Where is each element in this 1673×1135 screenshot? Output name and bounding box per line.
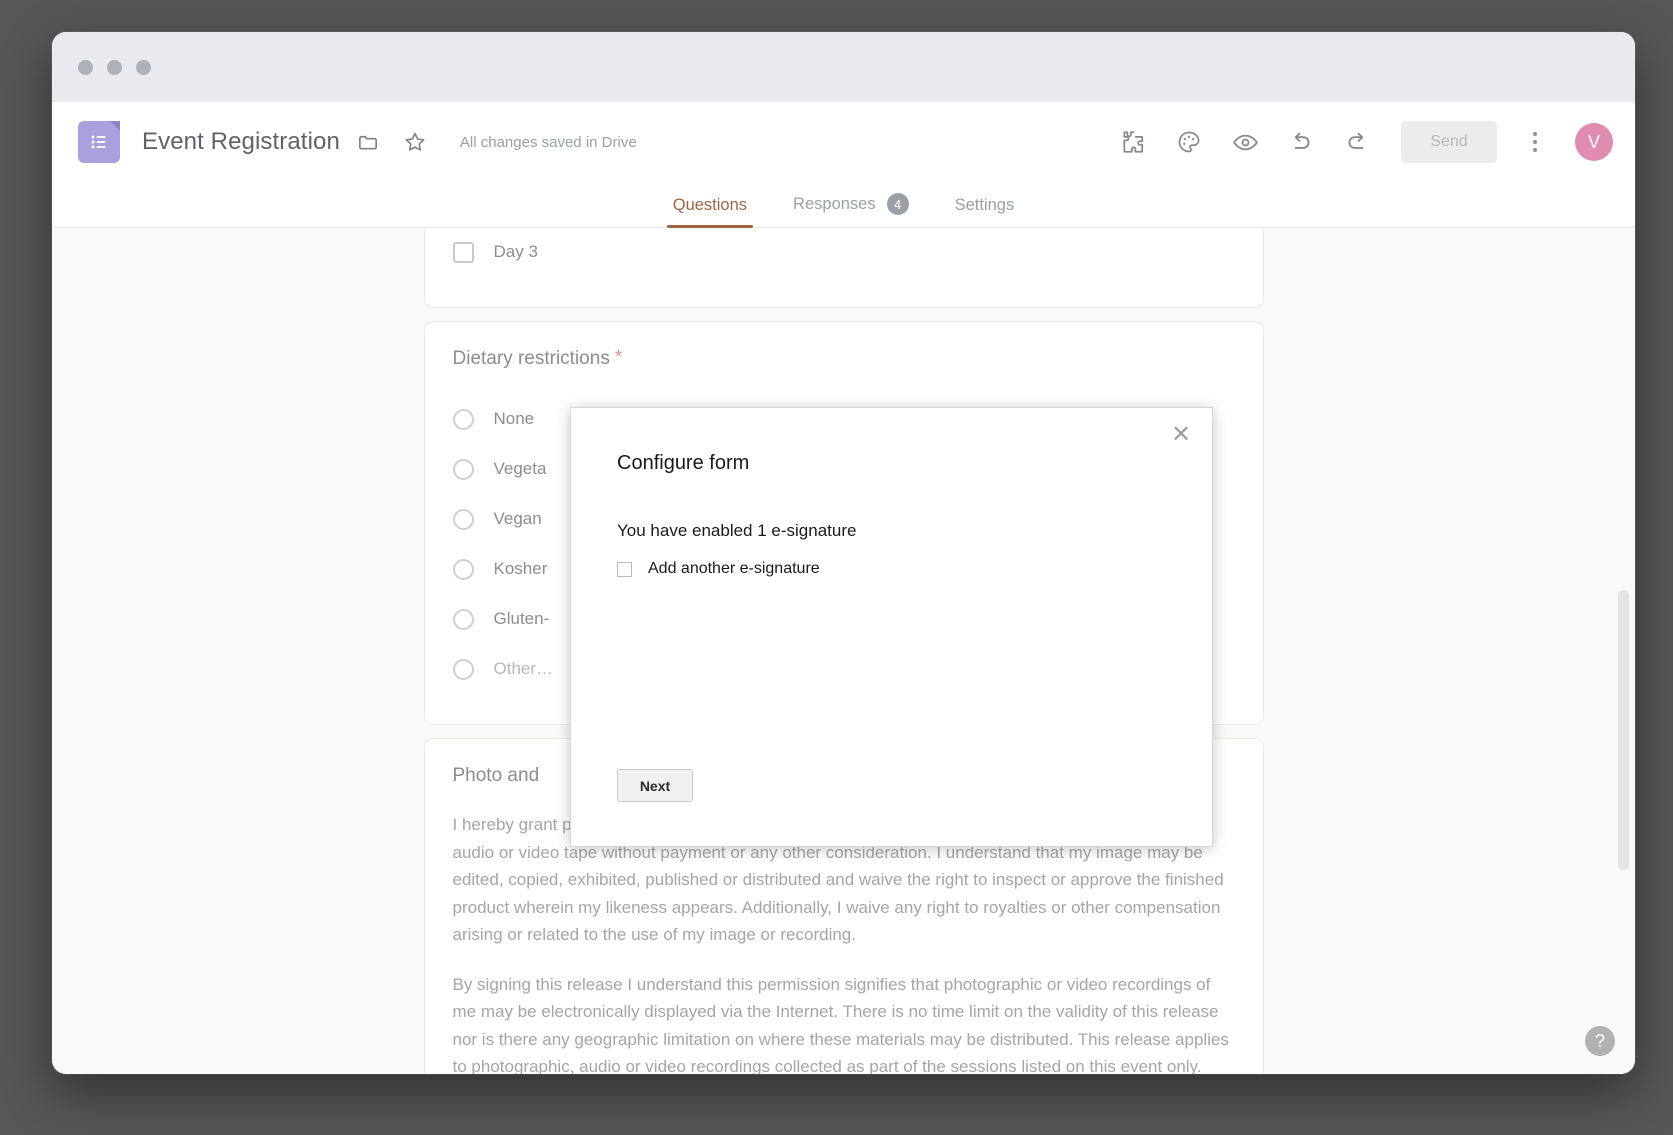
star-icon[interactable] [398, 125, 432, 159]
attendance-question-card[interactable]: Day 3 [423, 228, 1264, 308]
tab-questions-label: Questions [672, 196, 748, 214]
folder-icon[interactable] [352, 125, 386, 159]
form-tabbar: Questions Responses 4 Settings [52, 182, 1635, 228]
tab-settings[interactable]: Settings [939, 196, 1031, 228]
preview-eye-icon[interactable] [1223, 120, 1267, 164]
tab-responses[interactable]: Responses 4 [777, 193, 925, 228]
responses-count-badge: 4 [886, 193, 909, 215]
window-titlebar [52, 32, 1635, 102]
configure-form-dialog: ✕ Configure form You have enabled 1 e-si… [570, 407, 1213, 847]
option-row-day3[interactable]: Day 3 [452, 228, 1235, 277]
question-title-row: Dietary restrictions * [453, 348, 1235, 370]
required-asterisk: * [614, 347, 623, 368]
option-label: Kosher [493, 559, 548, 578]
send-button[interactable]: Send [1401, 121, 1497, 163]
next-button[interactable]: Next [617, 769, 693, 802]
radio-none[interactable] [452, 408, 474, 430]
theme-palette-icon[interactable] [1167, 120, 1211, 164]
window-maximize-button[interactable] [136, 59, 151, 75]
add-another-esignature-checkbox[interactable] [617, 561, 632, 577]
vertical-scrollbar-thumb[interactable] [1618, 590, 1629, 870]
avatar[interactable]: V [1575, 123, 1613, 161]
checkbox-day3[interactable] [452, 241, 474, 263]
kebab-dot [1533, 140, 1537, 144]
logo-fold-corner [110, 121, 120, 131]
option-label: Vegan [493, 509, 542, 528]
tab-responses-label: Responses [793, 194, 876, 213]
release-paragraph-2: By signing this release I understand thi… [452, 974, 1229, 1074]
window-minimize-button[interactable] [107, 59, 122, 75]
browser-window: Event Registration All changes saved in … [52, 32, 1635, 1074]
page-title: Dietary restrictions [452, 348, 610, 369]
undo-icon[interactable] [1279, 120, 1323, 164]
radio-vegetarian[interactable] [452, 458, 474, 480]
redo-icon[interactable] [1335, 120, 1379, 164]
radio-vegan[interactable] [452, 508, 474, 530]
add-another-esignature-row[interactable]: Add another e-signature [617, 560, 820, 578]
radio-gluten-free[interactable] [452, 608, 474, 630]
radio-other[interactable] [452, 658, 474, 680]
kebab-menu-icon[interactable] [1513, 120, 1557, 164]
save-status-text: All changes saved in Drive [459, 133, 637, 151]
google-forms-icon[interactable] [78, 121, 120, 163]
add-another-esignature-label: Add another e-signature [648, 560, 820, 577]
app-header: Event Registration All changes saved in … [52, 102, 1635, 182]
option-label: Vegeta [493, 459, 547, 478]
tab-settings-label: Settings [954, 196, 1015, 214]
kebab-dot [1533, 148, 1537, 152]
kebab-dot [1533, 132, 1537, 136]
desktop-background: Event Registration All changes saved in … [0, 0, 1673, 1135]
help-icon[interactable]: ? [1585, 1026, 1615, 1056]
dialog-title: Configure form [617, 452, 750, 474]
option-label: None [493, 409, 535, 428]
close-icon[interactable]: ✕ [1166, 420, 1196, 450]
radio-kosher[interactable] [452, 558, 474, 580]
addons-icon[interactable] [1111, 120, 1155, 164]
option-label: Other… [493, 659, 554, 678]
option-label: Day 3 [493, 242, 538, 261]
document-title[interactable]: Event Registration [142, 128, 340, 156]
window-close-button[interactable] [78, 59, 93, 75]
tab-questions[interactable]: Questions [657, 196, 763, 228]
option-label: Gluten- [493, 609, 550, 628]
dialog-message: You have enabled 1 e-signature [617, 521, 857, 540]
